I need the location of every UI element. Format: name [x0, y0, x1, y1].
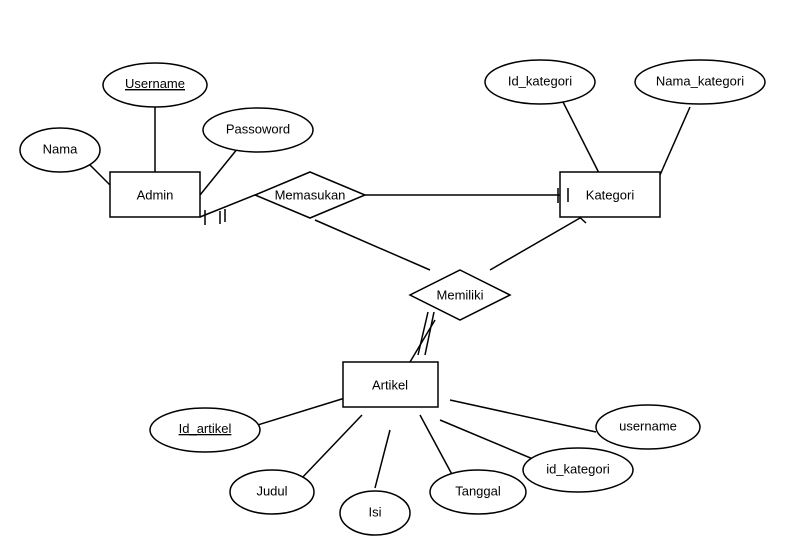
relation-memiliki-label: Memiliki	[437, 287, 484, 302]
attr-id-kategori-artikel-label: id_kategori	[546, 461, 610, 476]
line-judul-artikel	[300, 415, 362, 480]
attr-passoword-label: Passoword	[226, 121, 290, 136]
entity-admin-label: Admin	[137, 187, 174, 202]
attr-nama-kategori-label: Nama_kategori	[656, 73, 744, 88]
line-username-artikel	[450, 400, 596, 432]
attr-nama-label: Nama	[43, 141, 78, 156]
relation-memasukan-label: Memasukan	[275, 187, 346, 202]
line-namakat-kat	[660, 107, 690, 175]
entity-artikel-label: Artikel	[372, 377, 408, 392]
line-idartikel-artikel	[248, 398, 345, 428]
line-memasukan-memiliki	[315, 220, 430, 270]
line-idkat-kat	[562, 100, 600, 175]
attr-username-label: Username	[125, 76, 185, 91]
line-admin-memasukan	[200, 195, 255, 217]
entity-kategori-label: Kategori	[586, 187, 635, 202]
attr-id-kategori-label: Id_kategori	[508, 73, 572, 88]
attr-tanggal-label: Tanggal	[455, 483, 501, 498]
line-kat-memiliki	[490, 218, 580, 270]
attr-judul-label: Judul	[256, 483, 287, 498]
attr-isi-label: Isi	[369, 504, 382, 519]
line-idkat2-artikel	[440, 420, 540, 462]
er-diagram: Admin Kategori Artikel Memasukan Memilik…	[0, 0, 807, 547]
attr-id-artikel-label: Id_artikel	[179, 421, 232, 436]
line-isi-artikel	[375, 430, 390, 488]
attr-username-artikel-label: username	[619, 418, 677, 433]
line-passoword-admin	[200, 148, 238, 195]
